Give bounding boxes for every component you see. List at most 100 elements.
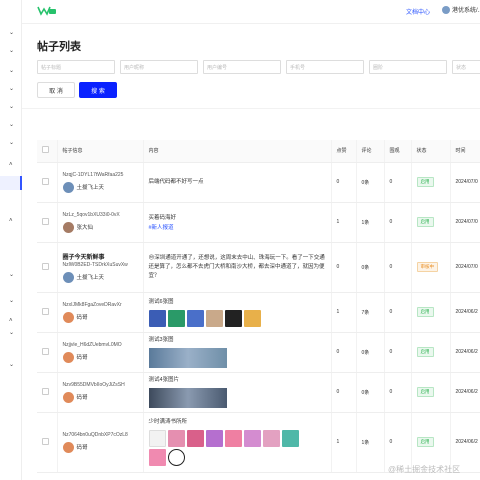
post-id[interactable]: Nzjjvle_H6dZUebmvL0MO (63, 342, 143, 348)
table-row: NzxIJMk8FgaZoveDRavXr 码哥 测试6张图 1 7条 0 启用… (37, 292, 480, 333)
post-image[interactable] (224, 309, 242, 327)
post-image[interactable] (167, 430, 185, 447)
status-badge: 启用 (416, 437, 434, 447)
top-bar: 文档中心 港优系统/... (22, 0, 480, 24)
post-info: NzxIJMk8FgaZoveDRavXr 码哥 (57, 292, 144, 333)
status-badge: 启用 (416, 177, 434, 187)
column-header[interactable]: 时间 (450, 140, 480, 163)
circle-input[interactable]: 圈阶 (369, 60, 447, 74)
table-row: NzqjC-1DYL17tWaRfaa225 土拔飞上天 后端代码都不好写一点 … (37, 162, 480, 203)
row-checkbox[interactable] (37, 332, 58, 373)
post-id[interactable]: NzLz_5qov1bXU33i0-0vX (63, 212, 143, 218)
column-header[interactable]: 点赞 (331, 140, 357, 163)
chevron-up-icon[interactable]: ˄ (9, 162, 13, 168)
column-header[interactable]: 评论 (356, 140, 385, 163)
post-id[interactable]: NzqjC-1DYL17tWaRfaa225 (63, 172, 143, 178)
likes-cell: 0 (331, 332, 357, 373)
user-menu[interactable]: 港优系统/... (442, 5, 480, 14)
select-all-checkbox[interactable] (37, 140, 58, 163)
post-image[interactable] (186, 309, 204, 327)
post-info: Nzv9B55DMVbIIoOyJiZsSH 码哥 (57, 372, 144, 413)
post-content: 少时满涛书所所 (148, 419, 188, 425)
post-id[interactable]: Nzv9B55DMVbIIoOyJiZsSH (63, 382, 143, 388)
post-image[interactable] (186, 430, 204, 447)
post-author[interactable]: 土拔飞上天 (62, 271, 143, 283)
search-button[interactable]: 搜 索 (79, 82, 117, 98)
chevron-down-icon[interactable]: ⌄ (9, 86, 14, 92)
post-images (148, 388, 309, 408)
post-author[interactable]: 码哥 (62, 311, 143, 323)
table-row: Nzjjvle_H6dZUebmvL0MO 码哥 测试3张图 0 0条 0 启用… (37, 332, 480, 373)
post-id[interactable]: NzxIJMk8FgaZoveDRavXr (63, 302, 143, 308)
post-author[interactable]: 码哥 (62, 441, 143, 453)
row-checkbox[interactable] (37, 202, 58, 243)
chevron-down-icon[interactable]: ⌄ (9, 48, 14, 54)
phone-input[interactable]: 手机号 (286, 60, 364, 74)
post-image[interactable] (243, 430, 261, 447)
chevron-down-icon[interactable]: ⌄ (9, 272, 14, 278)
user-id-input[interactable]: 用户编号 (203, 60, 281, 74)
avatar (442, 5, 450, 14)
post-author[interactable]: 张大仙 (62, 221, 143, 233)
chevron-down-icon[interactable]: ⌄ (9, 104, 14, 110)
likes-cell: 1 (331, 202, 357, 243)
post-image[interactable] (262, 430, 280, 447)
watermark: @稀土掘金技术社区 (388, 465, 461, 474)
author-name: 土拔飞上天 (76, 275, 105, 281)
post-image[interactable] (205, 430, 223, 447)
chevron-down-icon[interactable]: ⌄ (9, 122, 14, 128)
cancel-button[interactable]: 取 消 (37, 82, 75, 98)
post-id[interactable]: NzlW0B2ED-TSDrkXuSuvXw (63, 262, 143, 268)
chevron-down-icon[interactable]: ⌄ (9, 140, 14, 146)
status-badge: 启用 (416, 217, 434, 227)
sidebar-active-item[interactable] (0, 176, 22, 190)
author-name: 码哥 (76, 355, 88, 361)
chevron-down-icon[interactable]: ⌄ (9, 30, 14, 36)
post-image[interactable] (167, 309, 185, 327)
chevron-down-icon[interactable]: ⌄ (9, 68, 14, 74)
post-image[interactable] (243, 309, 261, 327)
logo-icon (37, 6, 56, 16)
views-cell: 0 (384, 332, 412, 373)
likes-cell: 0 (331, 242, 357, 293)
nickname-input[interactable]: 用户昵称 (120, 60, 198, 74)
row-checkbox[interactable] (37, 372, 58, 413)
post-author[interactable]: 土拔飞上天 (62, 181, 143, 193)
page-title: 帖子列表 (37, 41, 81, 53)
chevron-down-icon[interactable]: ⌄ (9, 298, 14, 304)
chevron-down-icon[interactable]: ⌄ (9, 330, 14, 336)
row-checkbox[interactable] (37, 412, 58, 473)
post-image[interactable] (281, 430, 299, 447)
post-id[interactable]: Nz7064bn0uQDnbXP7cOzL8 (63, 432, 143, 438)
avatar (62, 221, 74, 233)
doc-center-link[interactable]: 文档中心 (406, 7, 430, 16)
post-image[interactable] (148, 430, 166, 447)
post-info: Nzjjvle_H6dZUebmvL0MO 码哥 (57, 332, 144, 373)
post-image[interactable] (148, 348, 227, 368)
comments-cell: 0条 (356, 162, 385, 203)
row-checkbox[interactable] (37, 292, 58, 333)
post-id-input[interactable]: 帖子标题 (37, 60, 115, 74)
post-image[interactable] (148, 388, 227, 408)
avatar (62, 181, 74, 193)
post-image[interactable] (148, 449, 166, 466)
status-badge: 启用 (416, 347, 434, 357)
author-name: 张大仙 (76, 225, 94, 231)
post-images (148, 309, 309, 327)
topic-tag[interactable]: #新人报道 (149, 223, 331, 231)
post-image[interactable] (224, 430, 242, 447)
post-author[interactable]: 码哥 (62, 391, 143, 403)
comments-cell: 0条 (356, 372, 385, 413)
status-select[interactable]: 状态 (452, 60, 480, 74)
row-checkbox[interactable] (37, 162, 58, 203)
chevron-up-icon[interactable]: ˄ (9, 318, 13, 324)
post-author[interactable]: 码哥 (62, 351, 143, 363)
chevron-down-icon[interactable]: ⌄ (9, 362, 14, 368)
post-image[interactable] (148, 309, 166, 327)
post-image[interactable] (205, 309, 223, 327)
post-content: 😔深圳通道开通了，还想说，这周末去中山、珠海玩一下。看了一下交通还是算了，怎么都… (148, 254, 325, 279)
post-image[interactable] (167, 449, 185, 466)
column-header[interactable]: 围观 (384, 140, 412, 163)
row-checkbox[interactable] (37, 242, 58, 293)
chevron-up-icon[interactable]: ˄ (9, 218, 13, 224)
